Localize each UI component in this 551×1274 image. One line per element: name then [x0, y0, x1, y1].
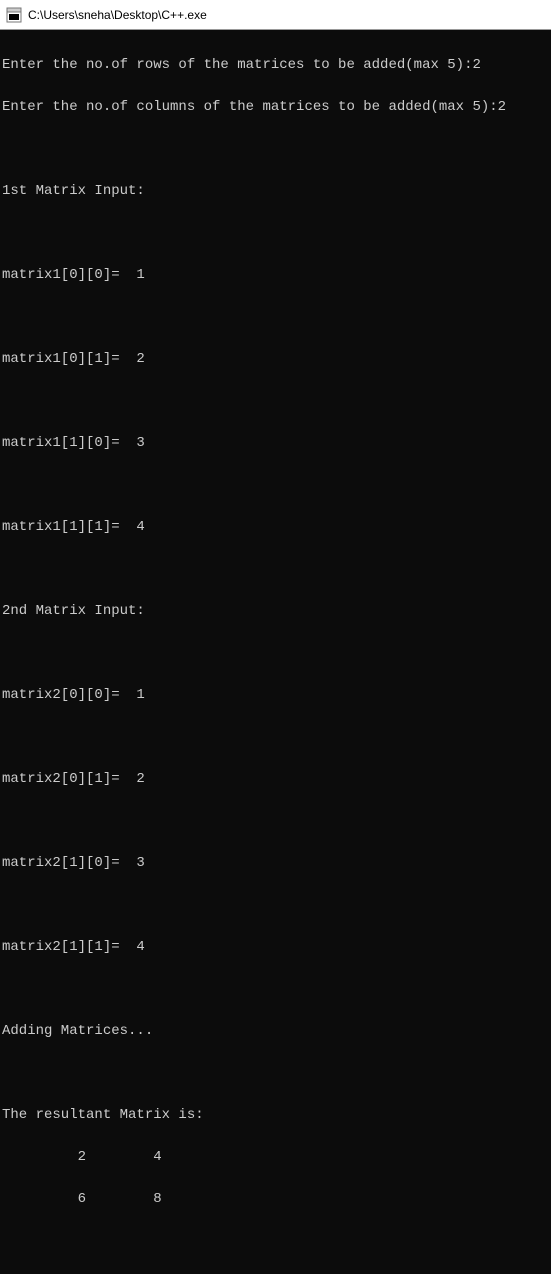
matrix1-entry: matrix1[1][0]= 3	[2, 433, 549, 454]
matrix1-entry: matrix1[1][1]= 4	[2, 517, 549, 538]
matrix2-entry: matrix2[0][0]= 1	[2, 685, 549, 706]
blank-line	[2, 1231, 549, 1252]
matrix1-entry: matrix1[0][1]= 2	[2, 349, 549, 370]
blank-line	[2, 1063, 549, 1084]
blank-line	[2, 643, 549, 664]
matrix2-entry: matrix2[0][1]= 2	[2, 769, 549, 790]
matrix2-entry: matrix2[1][0]= 3	[2, 853, 549, 874]
adding-text: Adding Matrices...	[2, 1021, 549, 1042]
result-row: 2 4	[2, 1147, 549, 1168]
console-output[interactable]: Enter the no.of rows of the matrices to …	[0, 30, 551, 1274]
blank-line	[2, 727, 549, 748]
app-icon	[6, 7, 22, 23]
window-title: C:\Users\sneha\Desktop\C++.exe	[28, 8, 207, 22]
matrix2-heading: 2nd Matrix Input:	[2, 601, 549, 622]
blank-line	[2, 979, 549, 1000]
matrix1-heading: 1st Matrix Input:	[2, 181, 549, 202]
divider-line: --------------------------------	[2, 1273, 549, 1274]
blank-line	[2, 223, 549, 244]
prompt-rows: Enter the no.of rows of the matrices to …	[2, 55, 549, 76]
blank-line	[2, 475, 549, 496]
matrix2-entry: matrix2[1][1]= 4	[2, 937, 549, 958]
titlebar: C:\Users\sneha\Desktop\C++.exe	[0, 0, 551, 30]
matrix1-entry: matrix1[0][0]= 1	[2, 265, 549, 286]
result-row: 6 8	[2, 1189, 549, 1210]
blank-line	[2, 895, 549, 916]
blank-line	[2, 391, 549, 412]
blank-line	[2, 307, 549, 328]
result-heading: The resultant Matrix is:	[2, 1105, 549, 1126]
blank-line	[2, 811, 549, 832]
prompt-cols: Enter the no.of columns of the matrices …	[2, 97, 549, 118]
blank-line	[2, 559, 549, 580]
blank-line	[2, 139, 549, 160]
